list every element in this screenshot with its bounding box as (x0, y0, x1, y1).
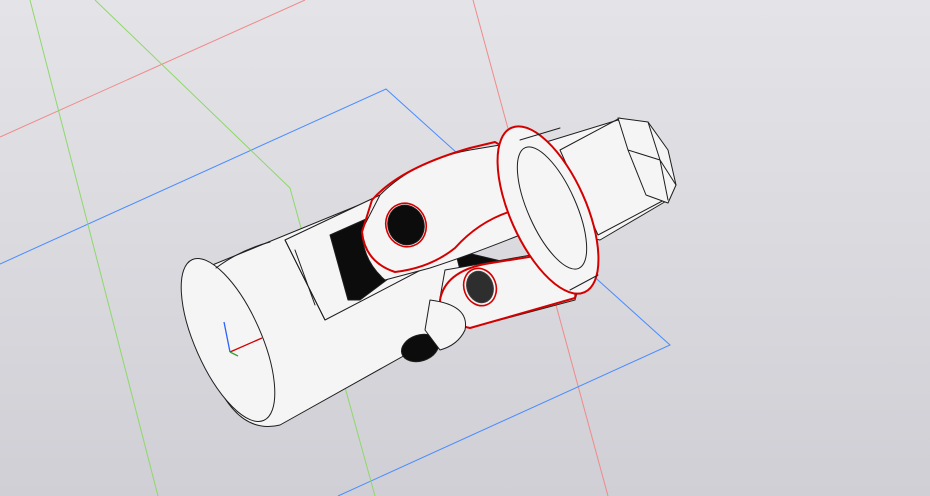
3d-viewport[interactable] (0, 0, 930, 496)
universal-joint-model[interactable] (162, 112, 677, 433)
model-scene[interactable] (0, 0, 930, 496)
